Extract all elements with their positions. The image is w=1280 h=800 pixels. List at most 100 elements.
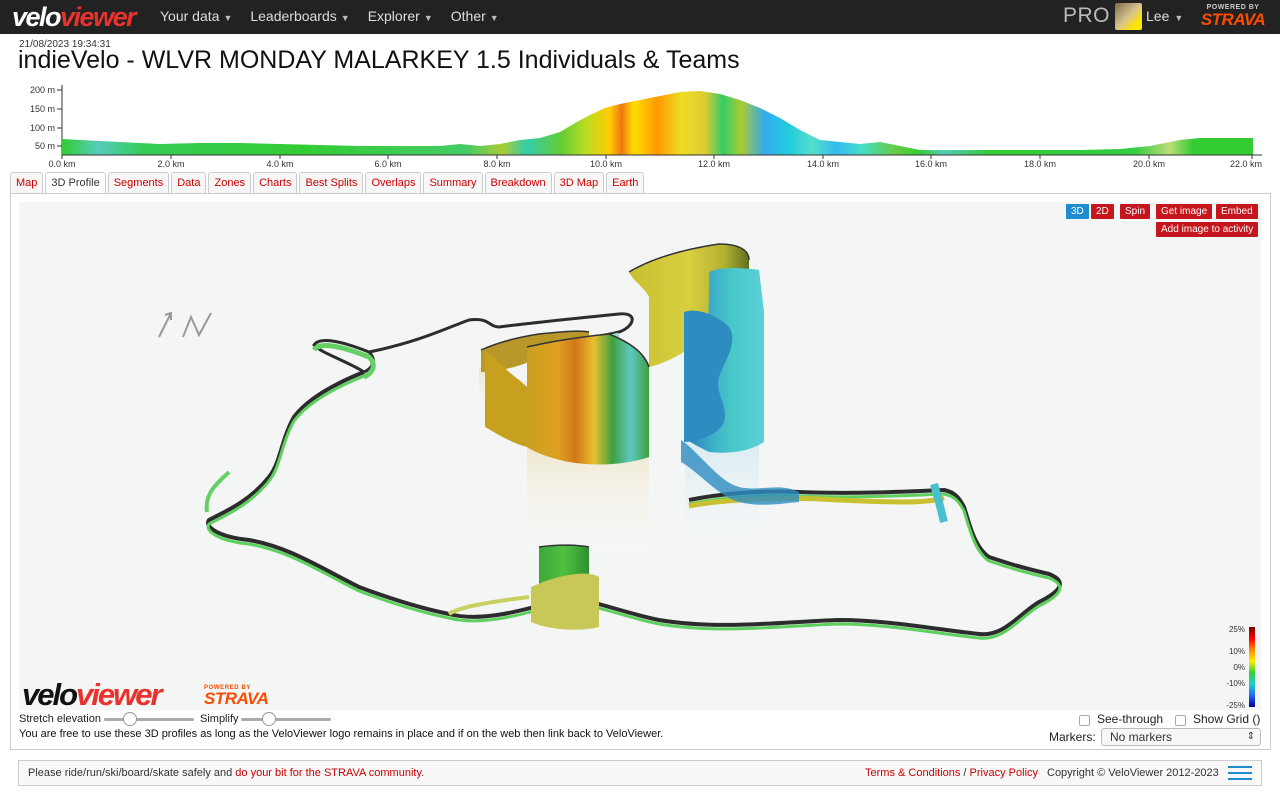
nav-explorer[interactable]: Explorer ▼ — [368, 0, 442, 34]
x-tick-label: 2.0 km — [157, 159, 184, 169]
see-through-label: See-through — [1097, 712, 1164, 726]
tab-3d-map[interactable]: 3D Map — [553, 172, 605, 193]
simplify-label: Simplify — [200, 713, 239, 725]
embed-button[interactable]: Embed — [1216, 204, 1258, 219]
tab-zones[interactable]: Zones — [208, 172, 252, 193]
terms-link[interactable]: Terms & Conditions — [865, 767, 960, 779]
activity-title: indieVelo - WLVR MONDAY MALARKEY 1.5 Ind… — [18, 46, 740, 74]
x-tick-label: 6.0 km — [374, 159, 401, 169]
caret-down-icon: ▼ — [1174, 13, 1184, 23]
footer-separator: / — [960, 767, 970, 779]
y-tick-label: 100 m — [30, 123, 55, 133]
stretch-elevation-label: Stretch elevation — [19, 713, 101, 725]
nav-other[interactable]: Other ▼ — [451, 0, 508, 34]
scale-label: -10% — [1226, 679, 1245, 688]
caret-down-icon: ▼ — [423, 13, 433, 23]
main-nav: Your data ▼ Leaderboards ▼ Explorer ▼ Other… — [160, 0, 517, 34]
gradient-color-scale — [1249, 627, 1255, 707]
x-tick-label: 16.0 km — [915, 159, 947, 169]
tab-overlaps[interactable]: Overlaps — [365, 172, 422, 193]
route-small-wall — [531, 545, 599, 630]
strava-logo-text: STRAVA — [204, 689, 269, 708]
markers-label: Markers: — [1049, 730, 1096, 744]
copyright: Copyright © VeloViewer 2012-2023 — [1047, 767, 1219, 779]
veloviewer-watermark-logo: veloviewer — [22, 677, 163, 713]
get-image-button[interactable]: Get image — [1156, 204, 1213, 219]
nav-leaderboards[interactable]: Leaderboards ▼ — [250, 0, 358, 34]
view-3d-button[interactable]: 3D — [1066, 204, 1089, 219]
select-arrows-icon: ⇕ — [1246, 731, 1255, 742]
strava-community-link[interactable]: do your bit for the STRAVA community — [235, 767, 421, 779]
markers-select-value: No markers — [1110, 730, 1173, 744]
footer-text: Please ride/run/ski/board/skate safely a… — [28, 767, 236, 779]
activity-tabs: Map 3D Profile Segments Data Zones Chart… — [10, 172, 646, 194]
x-tick-label: 20.0 km — [1133, 159, 1165, 169]
strava-logo-text: STRAVA — [1200, 10, 1266, 29]
footer-safety-message: Please ride/run/ski/board/skate safely a… — [28, 767, 424, 779]
tab-summary[interactable]: Summary — [423, 172, 483, 193]
x-tick-label: 18.0 km — [1024, 159, 1056, 169]
user-name: Lee — [1146, 8, 1170, 24]
pro-badge: PRO — [1063, 4, 1111, 27]
x-axis: 0.0 km 2.0 km 4.0 km 6.0 km 8.0 km 10.0 … — [48, 155, 1262, 169]
caret-down-icon: ▼ — [340, 13, 350, 23]
tab-data[interactable]: Data — [171, 172, 207, 193]
caret-down-icon: ▼ — [223, 13, 233, 23]
spin-button[interactable]: Spin — [1120, 204, 1151, 219]
user-avatar[interactable] — [1115, 3, 1142, 30]
3d-profile-render[interactable] — [19, 202, 1261, 710]
user-menu[interactable]: Lee ▼ — [1146, 0, 1183, 34]
y-tick-label: 200 m — [30, 85, 55, 95]
y-tick-label: 150 m — [30, 104, 55, 114]
add-image-to-activity-button[interactable]: Add image to activity — [1156, 222, 1259, 237]
tab-best-splits[interactable]: Best Splits — [299, 172, 364, 193]
y-axis: 200 m 150 m 100 m 50 m — [30, 85, 63, 155]
powered-by-strava-watermark: POWERED BY STRAVA — [204, 685, 269, 709]
scale-label: 0% — [1233, 663, 1245, 672]
tab-breakdown[interactable]: Breakdown — [484, 172, 552, 193]
tab-charts[interactable]: Charts — [253, 172, 298, 193]
nav-your-data[interactable]: Your data ▼ — [160, 0, 241, 34]
markers-select[interactable]: No markers ⇕ — [1101, 728, 1261, 746]
stretch-elevation-slider[interactable] — [104, 718, 194, 721]
y-tick-label: 50 m — [35, 141, 55, 151]
privacy-link[interactable]: Privacy Policy — [970, 767, 1038, 779]
tab-earth[interactable]: Earth — [606, 172, 645, 193]
powered-by-strava[interactable]: POWERED BY STRAVA — [1197, 4, 1269, 30]
show-grid-checkbox[interactable] — [1175, 715, 1186, 726]
x-tick-label: 22.0 km — [1230, 159, 1262, 169]
stretch-elevation-slider-handle[interactable] — [123, 712, 137, 726]
elevation-area — [62, 91, 1253, 155]
nav-label: Leaderboards — [250, 8, 337, 24]
view-2d-button[interactable]: 2D — [1091, 204, 1114, 219]
simplify-slider[interactable] — [241, 718, 331, 721]
nav-label: Explorer — [367, 8, 420, 24]
usage-notice: You are free to use these 3D profiles as… — [19, 728, 664, 740]
elevation-profile-chart[interactable]: 200 m 150 m 100 m 50 m 0.0 km 2.0 km 4.0… — [0, 80, 1280, 172]
footer-legal-links: Terms & Conditions / Privacy Policy — [865, 767, 1038, 779]
x-tick-label: 12.0 km — [698, 159, 730, 169]
see-through-checkbox[interactable] — [1079, 715, 1090, 726]
x-tick-label: 14.0 km — [807, 159, 839, 169]
logo-text-velo: velo — [12, 1, 62, 32]
tab-map[interactable]: Map — [10, 172, 44, 193]
scale-label: -25% — [1226, 701, 1245, 710]
show-grid-label: Show Grid () — [1193, 712, 1261, 726]
simplify-slider-handle[interactable] — [262, 712, 276, 726]
menu-icon[interactable] — [1228, 766, 1252, 782]
logo-text-viewer: viewer — [76, 677, 163, 712]
north-arrow-icon — [158, 311, 212, 338]
tab-3d-profile[interactable]: 3D Profile — [45, 172, 106, 194]
caret-down-icon: ▼ — [489, 13, 499, 23]
nav-label: Your data — [160, 8, 220, 24]
nav-label: Other — [450, 8, 486, 24]
x-tick-label: 8.0 km — [483, 159, 510, 169]
scale-label: 25% — [1228, 625, 1245, 634]
page-footer: Please ride/run/ski/board/skate safely a… — [18, 760, 1262, 786]
scale-label: 10% — [1228, 647, 1245, 656]
3d-profile-viewer[interactable]: 3D 2D Spin Get image Embed Add image to … — [19, 202, 1261, 710]
footer-text: . — [421, 767, 425, 779]
veloviewer-logo[interactable]: velo viewer — [12, 1, 137, 32]
logo-text-velo: velo — [22, 677, 78, 712]
tab-segments[interactable]: Segments — [107, 172, 170, 193]
